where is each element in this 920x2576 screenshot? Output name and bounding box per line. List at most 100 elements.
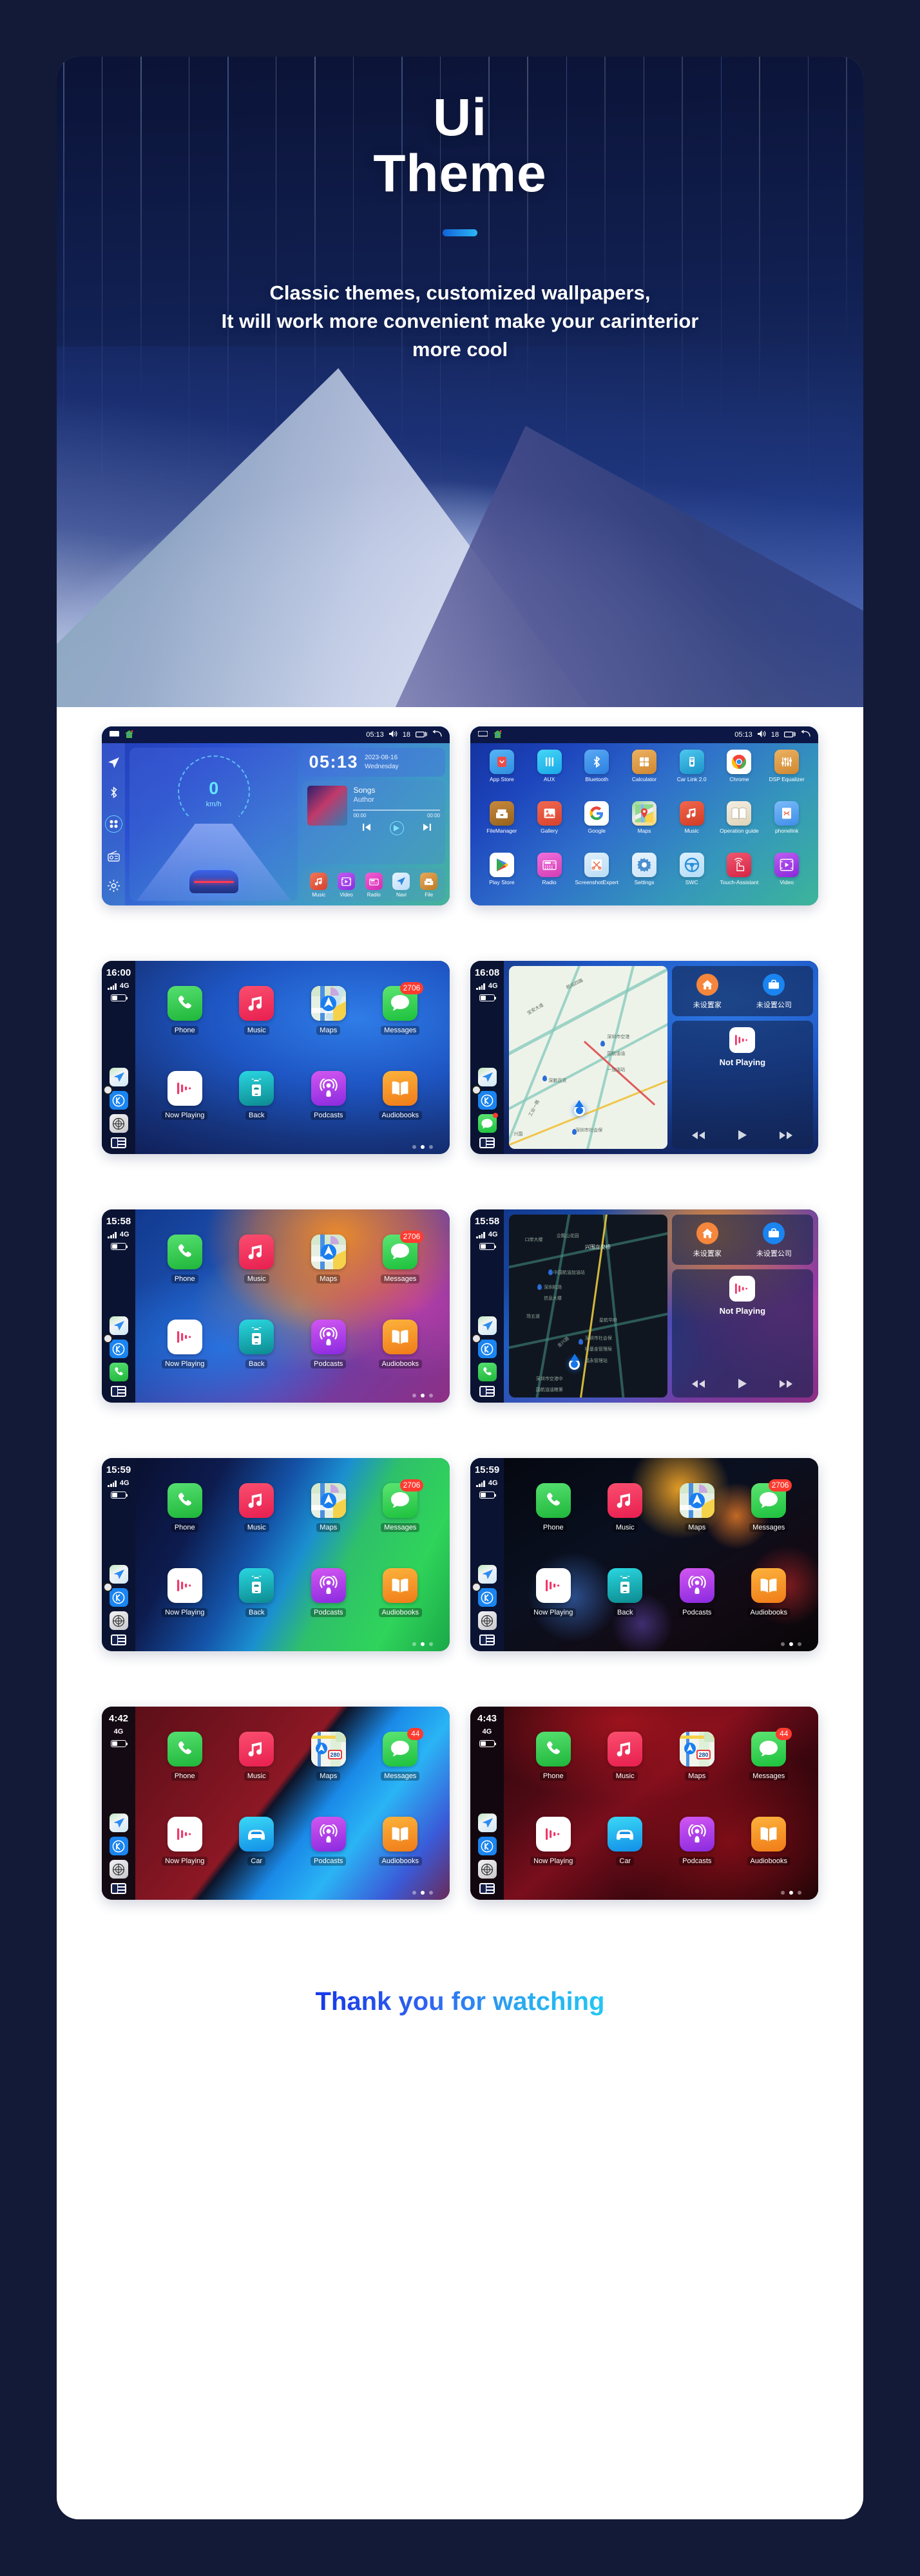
sidebar-kugou-icon[interactable] [471,1582,497,1607]
app-tile-car-link[interactable]: Car Link 2.0 [669,750,715,800]
play-button[interactable] [738,1378,747,1392]
app-tile-gallery[interactable]: Gallery [526,801,573,851]
page-indicator[interactable] [412,1642,433,1646]
sidebar-kugou-icon[interactable] [471,1085,497,1110]
page-indicator[interactable] [412,1145,433,1149]
carplay-app-audiobooks[interactable]: Audiobooks [378,1070,422,1121]
sidebar-kugou-icon[interactable] [477,1837,497,1855]
music-widget[interactable]: Songs Author 00:00 00:00 [302,781,445,864]
sidebar-carplay-icon[interactable] [109,1114,128,1133]
carplay-app-messages[interactable]: 44 Messages [749,1727,792,1781]
dashboard-toggle-button[interactable] [479,1883,495,1894]
sidebar-carplay-icon[interactable] [109,1611,128,1630]
house-icon[interactable] [494,730,502,740]
app-tile-google[interactable]: Google [573,801,620,851]
carplay-app-now-playing[interactable]: Now Playing [162,1816,208,1866]
sidebar-kugou-icon[interactable] [102,1582,128,1607]
dashboard-toggle-button[interactable] [111,1634,126,1645]
app-tile-dsp-equalizer[interactable]: DSP Equalizer [763,750,810,800]
sidebar-kugou-icon[interactable] [109,1837,128,1855]
volume-knob-icon[interactable] [102,1334,113,1343]
carplay-app-car[interactable]: Car [239,1816,274,1866]
carplay-app-messages[interactable]: 2706 Messages [749,1479,792,1533]
clock-widget[interactable]: 05:13 2023-08-16 Wednesday [302,748,445,777]
sidebar-kugou-icon[interactable] [102,1085,128,1110]
app-tile-video[interactable]: Video [763,853,810,903]
carplay-app-phone[interactable]: Phone [167,1234,202,1284]
dock-item-navi[interactable]: Navi [388,873,416,898]
carplay-app-back[interactable]: Back [239,1319,274,1369]
dock-item-music[interactable]: Music [305,873,332,898]
dock-item-video[interactable]: Video [332,873,360,898]
carplay-app-audiobooks[interactable]: Audiobooks [378,1319,422,1369]
navigation-icon[interactable] [108,757,120,769]
carplay-home-greenblue-screenshot[interactable]: 15:59 4G Phone Music Maps 2706 Messages … [102,1458,450,1651]
sidebar-maps-icon[interactable] [109,1316,128,1335]
sidebar-maps-icon[interactable] [477,1814,497,1832]
carplay-app-now-playing[interactable]: Now Playing [530,1816,577,1866]
dashboard-toggle-button[interactable] [479,1634,495,1645]
app-tile-settings[interactable]: Settings [621,853,667,903]
dock-item-radio[interactable]: Radio [360,873,388,898]
app-tile-music[interactable]: Music [669,801,715,851]
app-tile-phonelink[interactable]: phonelink [763,801,810,851]
carplay-app-maps[interactable]: 280 Maps [679,1731,714,1781]
fast-forward-button[interactable] [779,1379,793,1392]
app-tile-radio[interactable]: FM Radio [526,853,573,903]
carplay-app-car[interactable]: Car [608,1816,643,1866]
page-indicator[interactable] [412,1394,433,1397]
app-tile-app-store[interactable]: App Store [479,750,525,800]
dock-item-file[interactable]: File [415,873,443,898]
headunit-appgrid-screenshot[interactable]: 05:13 18 App Store AUX Bluetooth Calcula… [470,726,818,905]
page-indicator[interactable] [781,1642,801,1646]
carplay-app-maps[interactable]: Maps [679,1482,714,1533]
dashboard-toggle-button[interactable] [479,1137,495,1148]
carplay-app-phone[interactable]: Phone [167,1731,202,1781]
map-panel[interactable]: 航站四路 宝安大道 深圳市空港 国航油油 一加油站 深鹏百货 工业一路 兴围 深… [509,966,667,1149]
carplay-app-maps[interactable]: Maps [311,985,346,1036]
carplay-app-maps[interactable]: Maps [311,1482,346,1533]
sidebar-maps-icon[interactable] [477,1316,497,1335]
app-tile-aux[interactable]: AUX [526,750,573,800]
fast-forward-button[interactable] [779,1131,793,1143]
sidebar-messages-icon[interactable] [477,1113,498,1133]
app-tile-bluetooth[interactable]: Bluetooth [573,750,620,800]
carplay-app-podcasts[interactable]: Podcasts [679,1567,715,1618]
sidebar-phone-icon[interactable] [109,1363,128,1381]
destination-home[interactable]: 未设置家 [693,974,722,1010]
page-indicator[interactable] [781,1891,801,1895]
carplay-app-audiobooks[interactable]: Audiobooks [747,1567,791,1618]
bluetooth-icon[interactable] [108,786,120,799]
back-arrow-icon[interactable] [432,730,442,739]
sidebar-phone-icon[interactable] [477,1363,497,1381]
carplay-app-maps[interactable]: Maps [311,1234,346,1284]
next-track-icon[interactable] [423,822,431,834]
sidebar-carplay-icon[interactable] [477,1860,497,1879]
carplay-app-music[interactable]: Music [608,1482,643,1533]
map-panel[interactable]: 口岸大楼 企鹅山花园 兴围立交桥 中国航油加油站 深圳机场 信息大楼 场五道 金… [509,1215,667,1397]
progress-bar[interactable] [353,810,440,811]
carplay-app-now-playing[interactable]: Now Playing [530,1567,577,1618]
volume-knob-icon[interactable] [102,1582,113,1592]
app-tile-filemanager[interactable]: FileManager [479,801,525,851]
sidebar-kugou-icon[interactable] [102,1334,128,1358]
carplay-app-audiobooks[interactable]: Audiobooks [378,1816,422,1866]
sidebar-maps-icon[interactable] [109,1814,128,1832]
sidebar-maps-icon[interactable] [477,1068,497,1086]
carplay-app-audiobooks[interactable]: Audiobooks [747,1816,791,1866]
carplay-app-podcasts[interactable]: Podcasts [311,1567,347,1618]
page-indicator[interactable] [412,1891,433,1895]
previous-track-icon[interactable] [362,822,371,834]
carplay-app-messages[interactable]: 2706 Messages [381,1230,424,1284]
recent-apps-icon[interactable] [784,731,796,739]
settings-gear-icon[interactable] [107,879,120,892]
carplay-app-now-playing[interactable]: Now Playing [162,1319,208,1369]
sidebar-kugou-icon[interactable] [471,1334,497,1358]
carplay-app-podcasts[interactable]: Podcasts [311,1070,347,1121]
volume-knob-icon[interactable] [471,1582,481,1592]
app-tile-calculator[interactable]: Calculator [621,750,667,800]
dashboard-toggle-button[interactable] [111,1883,126,1894]
sidebar-maps-icon[interactable] [109,1068,128,1086]
recent-apps-icon[interactable] [416,731,427,739]
dashboard-toggle-button[interactable] [111,1137,126,1148]
